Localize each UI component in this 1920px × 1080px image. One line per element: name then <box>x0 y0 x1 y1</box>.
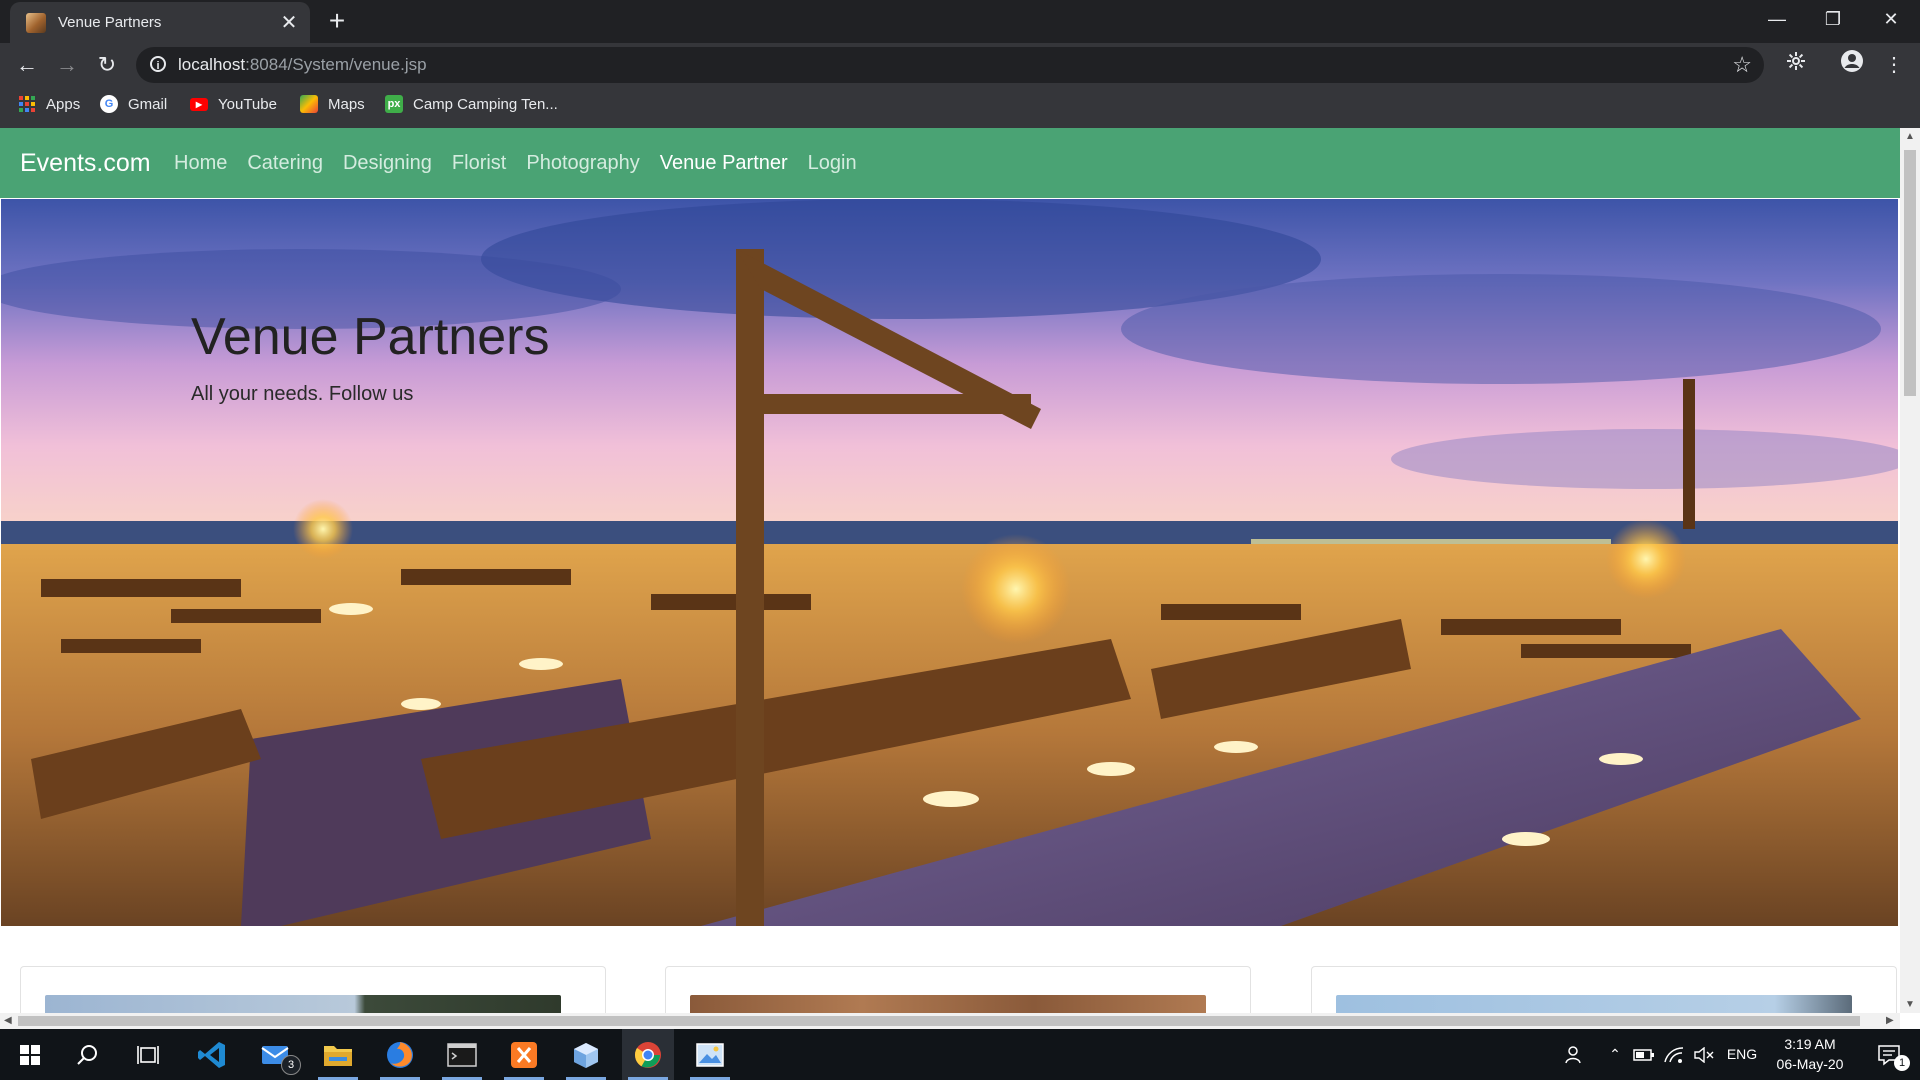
site-info-icon[interactable]: i <box>150 56 166 72</box>
scroll-down-arrow-icon[interactable]: ▼ <box>1905 999 1915 1010</box>
bookmark-label: Camp Camping Ten... <box>413 95 558 113</box>
nav-link-designing[interactable]: Designing <box>343 152 432 175</box>
bookmark-label: Apps <box>46 95 81 113</box>
xampp-icon[interactable] <box>498 1029 550 1080</box>
vscode-icon[interactable] <box>186 1029 238 1080</box>
clock-time: 3:19 AM <box>1784 1036 1836 1052</box>
wifi-icon[interactable] <box>1660 1029 1688 1080</box>
back-button[interactable]: ← <box>11 49 43 81</box>
scroll-left-arrow-icon[interactable]: ◀ <box>4 1015 12 1026</box>
minimize-button[interactable]: — <box>1748 0 1806 43</box>
search-icon[interactable] <box>62 1029 114 1080</box>
notification-count: 1 <box>1894 1055 1910 1071</box>
bookmarks-bar: Apps G Gmail ▶ YouTube Maps px Camp Camp… <box>0 86 1920 128</box>
horizontal-scrollbar[interactable]: ◀ ▶ <box>0 1013 1900 1029</box>
maps-icon <box>300 95 318 113</box>
browser-toolbar: ← → ↻ i localhost:8084/System/venue.jsp … <box>0 43 1920 86</box>
terminal-icon[interactable] <box>436 1029 488 1080</box>
mail-badge: 3 <box>281 1055 301 1075</box>
restore-button[interactable]: ❐ <box>1804 0 1862 43</box>
tab-favicon <box>26 12 46 33</box>
apps-grid-icon <box>18 95 36 113</box>
venue-card-image <box>45 995 561 1013</box>
windows-taskbar: 3 ⌃ ENG 3:19 AM 06-May-20 1 <box>0 1029 1920 1080</box>
address-bar[interactable]: i localhost:8084/System/venue.jsp ☆ <box>136 47 1764 83</box>
file-explorer-icon[interactable] <box>312 1029 364 1080</box>
hero-title: Venue Partners <box>191 308 550 366</box>
venue-card-image <box>1336 995 1852 1013</box>
nav-link-florist[interactable]: Florist <box>452 152 506 175</box>
nav-link-photography[interactable]: Photography <box>526 152 639 175</box>
bookmark-apps[interactable]: Apps <box>18 86 80 122</box>
venue-card[interactable] <box>1311 966 1897 1013</box>
google-icon: G <box>100 95 118 113</box>
hero-subtitle: All your needs. Follow us <box>191 383 414 405</box>
nav-link-home[interactable]: Home <box>174 152 227 175</box>
start-button[interactable] <box>4 1029 56 1080</box>
notifications-icon[interactable]: 1 <box>1864 1029 1914 1080</box>
nav-link-login[interactable]: Login <box>808 152 857 175</box>
vertical-scrollbar[interactable]: ▲ ▼ <box>1900 128 1920 1013</box>
venue-card-image <box>690 995 1206 1013</box>
tab-title: Venue Partners <box>58 14 162 31</box>
bookmark-maps[interactable]: Maps <box>300 86 365 122</box>
task-view-icon[interactable] <box>122 1029 174 1080</box>
hero-banner: Venue Partners All your needs. Follow us <box>1 199 1898 926</box>
nav-link-catering[interactable]: Catering <box>247 152 323 175</box>
tab-close-icon[interactable]: ✕ <box>276 10 302 36</box>
bookmark-gmail[interactable]: G Gmail <box>100 86 167 122</box>
clock-date: 06-May-20 <box>1776 1056 1844 1072</box>
windows-logo-icon <box>20 1044 40 1065</box>
browser-tab[interactable]: Venue Partners ✕ <box>10 2 310 43</box>
horizontal-scroll-thumb[interactable] <box>18 1016 1860 1026</box>
mail-icon[interactable]: 3 <box>250 1029 302 1080</box>
nav-link-venue-partner[interactable]: Venue Partner <box>660 152 788 175</box>
people-icon[interactable] <box>1558 1029 1592 1080</box>
page-viewport: Events.com Home Catering Designing Flori… <box>0 128 1900 1013</box>
scroll-right-arrow-icon[interactable]: ▶ <box>1886 1015 1894 1026</box>
language-indicator[interactable]: ENG <box>1722 1029 1762 1080</box>
browser-titlebar: Venue Partners ✕ + — ❐ ✕ <box>0 0 1920 43</box>
bookmark-youtube[interactable]: ▶ YouTube <box>190 86 277 122</box>
close-window-button[interactable]: ✕ <box>1862 0 1920 43</box>
profile-avatar-icon[interactable] <box>1836 49 1868 81</box>
bookmark-label: Maps <box>328 95 365 113</box>
chrome-menu-icon[interactable]: ⋮ <box>1878 49 1910 81</box>
url-path: :8084/System/venue.jsp <box>245 55 427 74</box>
bookmark-label: Gmail <box>128 95 168 113</box>
system-clock[interactable]: 3:19 AM 06-May-20 <box>1762 1034 1858 1074</box>
image-viewer-icon[interactable] <box>684 1029 736 1080</box>
chrome-icon[interactable] <box>622 1029 674 1080</box>
battery-icon[interactable] <box>1630 1029 1658 1080</box>
venue-card[interactable] <box>20 966 606 1013</box>
virtualbox-icon[interactable] <box>560 1029 612 1080</box>
bookmark-label: YouTube <box>218 95 277 113</box>
vertical-scroll-thumb[interactable] <box>1904 150 1916 396</box>
bookmark-star-icon[interactable]: ☆ <box>1732 47 1752 83</box>
reload-button[interactable]: ↻ <box>91 49 123 81</box>
youtube-icon: ▶ <box>190 97 208 111</box>
nav-links: Home Catering Designing Florist Photogra… <box>174 128 877 198</box>
venue-card[interactable] <box>665 966 1251 1013</box>
volume-muted-icon[interactable] <box>1690 1029 1718 1080</box>
url-text[interactable]: localhost:8084/System/venue.jsp <box>178 47 427 83</box>
firefox-icon[interactable] <box>374 1029 426 1080</box>
scroll-up-arrow-icon[interactable]: ▲ <box>1905 131 1915 142</box>
bookmark-camp[interactable]: px Camp Camping Ten... <box>385 86 558 122</box>
show-hidden-icons-chevron-icon[interactable]: ⌃ <box>1602 1029 1628 1080</box>
extension-icon[interactable] <box>1780 49 1812 81</box>
px-icon: px <box>385 95 403 113</box>
site-navbar: Events.com Home Catering Designing Flori… <box>0 128 1900 198</box>
new-tab-button[interactable]: + <box>322 6 352 36</box>
venue-cards <box>0 966 1900 1013</box>
forward-button[interactable]: → <box>51 49 83 81</box>
url-host: localhost <box>178 55 246 74</box>
site-brand[interactable]: Events.com <box>20 128 151 198</box>
